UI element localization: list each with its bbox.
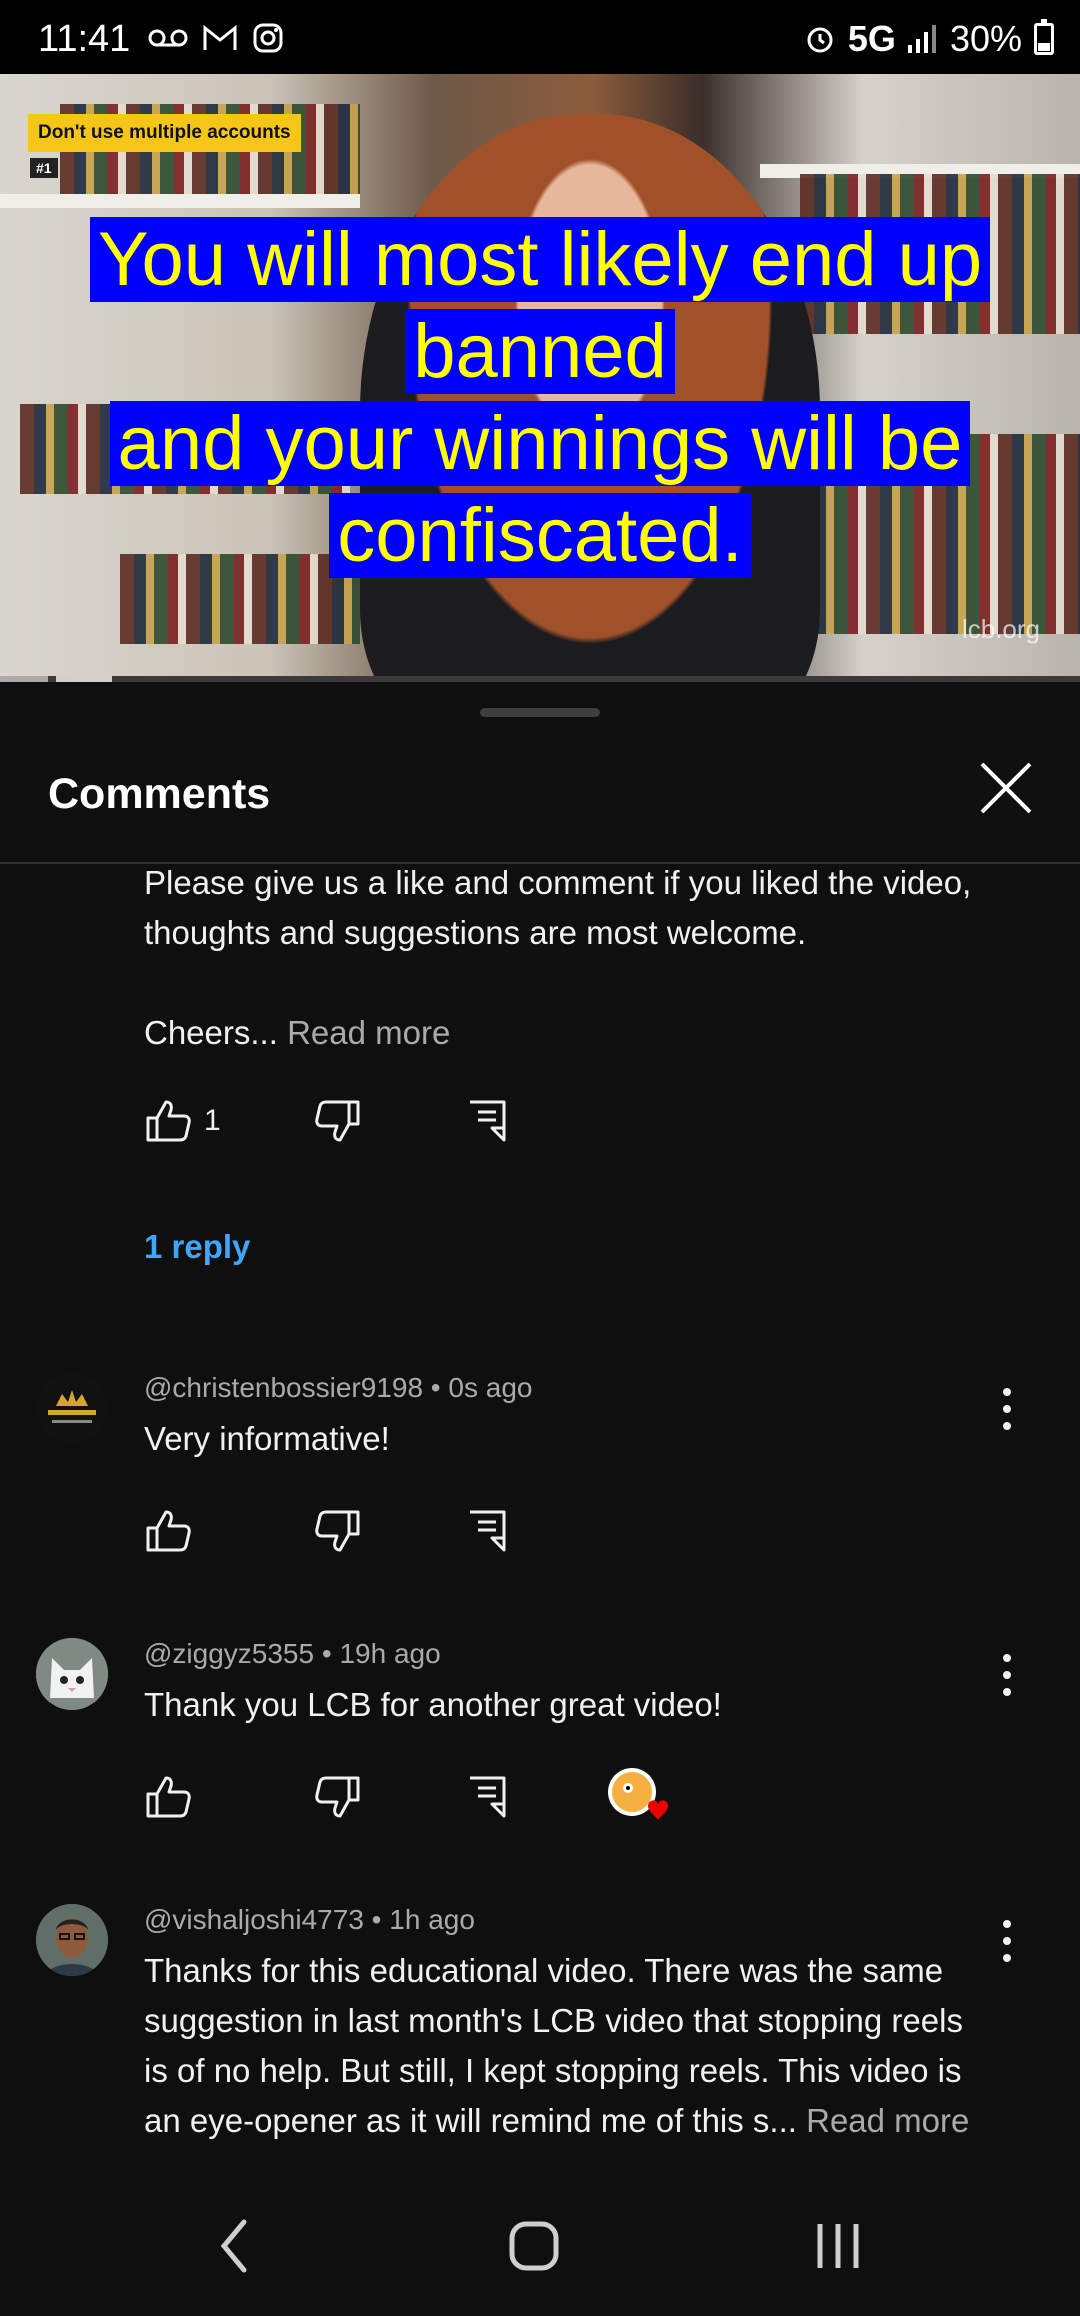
alarm-icon — [807, 27, 833, 53]
gmail-icon — [203, 24, 237, 50]
voicemail-icon — [148, 29, 188, 47]
comment-line: Thanks for this educational video. There… — [144, 1952, 944, 1989]
thumbs-up-icon[interactable] — [144, 1772, 194, 1822]
notification-icons — [148, 22, 284, 54]
video-player[interactable]: Don't use multiple accounts #1 You will … — [0, 74, 1080, 682]
reply-icon[interactable] — [464, 1096, 514, 1146]
instagram-icon — [253, 23, 283, 53]
thumbs-up-icon[interactable] — [144, 1506, 194, 1556]
caption-line: You will most likely end up — [89, 217, 991, 302]
replies-link[interactable]: 1 reply — [144, 1228, 250, 1266]
kebab-icon[interactable] — [992, 1650, 1022, 1700]
signal-icon — [907, 25, 936, 53]
comment-text: Thanks for this educational video. There… — [144, 1946, 969, 2146]
network-type: 5G — [847, 18, 896, 59]
comments-title: Comments — [48, 770, 271, 818]
comment-time: 0s ago — [448, 1372, 533, 1403]
read-more-link[interactable]: Read more — [287, 1014, 450, 1051]
caption-line: banned — [405, 309, 675, 394]
comment-text: Very informative! — [144, 1420, 390, 1457]
reply-icon[interactable] — [464, 1506, 514, 1556]
kebab-icon[interactable] — [992, 1384, 1022, 1434]
avatar[interactable] — [36, 1372, 108, 1444]
caption-line: confiscated. — [329, 493, 751, 578]
comment-time: 1h ago — [389, 1904, 475, 1935]
system-navigation-bar — [0, 2186, 1080, 2316]
video-watermark: lcb.org — [961, 614, 1040, 644]
comment-line: thoughts and suggestions are most welcom… — [144, 914, 807, 951]
battery-icon — [1034, 19, 1054, 55]
home-icon[interactable] — [508, 2220, 560, 2272]
comment-line: Cheers... Read more — [144, 1014, 451, 1051]
comments-sheet: Comments Please give us a like and comme… — [0, 682, 1080, 2316]
comment-line: an eye-opener as it will remind me of th… — [144, 2102, 970, 2139]
like-count: 1 — [204, 1104, 221, 1137]
comment-text: Thank you LCB for another great video! — [144, 1686, 722, 1723]
comment-line: is of no help. But still, I kept stoppin… — [144, 2052, 962, 2089]
comment-line: suggestion in last month's LCB video tha… — [144, 2002, 963, 2039]
thumbs-up-icon[interactable] — [144, 1096, 194, 1146]
comment-author[interactable]: @vishaljoshi4773 — [144, 1904, 364, 1935]
back-icon[interactable] — [216, 2216, 250, 2276]
kebab-icon[interactable] — [992, 1916, 1022, 1966]
comment-author[interactable]: @christenbossier9198 — [144, 1372, 423, 1403]
thumbs-down-icon[interactable] — [312, 1506, 362, 1556]
comment-meta: @vishaljoshi4773 • 1h ago — [144, 1904, 475, 1935]
comment-time: 19h ago — [339, 1638, 441, 1669]
thumbs-down-icon[interactable] — [312, 1096, 362, 1146]
comment-line: Please give us a like and comment if you… — [144, 864, 972, 901]
bookshelf — [0, 194, 360, 208]
video-topic-tag: Don't use multiple accounts — [28, 114, 301, 152]
creator-heart-icon — [608, 1768, 668, 1820]
recents-icon[interactable] — [814, 2220, 862, 2272]
avatar[interactable] — [36, 1638, 108, 1710]
reply-icon[interactable] — [464, 1772, 514, 1822]
status-right: 5G 30% — [804, 18, 1054, 60]
comment-meta: @christenbossier9198 • 0s ago — [144, 1372, 533, 1403]
drag-handle[interactable] — [480, 708, 600, 717]
cat-avatar-icon — [36, 1638, 108, 1710]
close-icon[interactable] — [978, 760, 1034, 816]
thumbs-down-icon[interactable] — [312, 1772, 362, 1822]
read-more-link[interactable]: Read more — [806, 2102, 969, 2139]
avatar[interactable] — [36, 1904, 108, 1976]
caption-line: and your winnings will be — [109, 401, 971, 486]
status-bar: 11:41 5G 30% — [0, 0, 1080, 74]
battery-percent: 30% — [949, 18, 1022, 59]
person-avatar-icon — [36, 1904, 108, 1976]
video-caption: You will most likely end up banned and y… — [0, 214, 1080, 582]
crown-logo-icon — [36, 1372, 108, 1444]
video-topic-number: #1 — [30, 158, 58, 178]
comment-meta: @ziggyz5355 • 19h ago — [144, 1638, 441, 1669]
comment-author[interactable]: @ziggyz5355 — [144, 1638, 314, 1669]
comment-text: Please give us a like and comment if you… — [144, 858, 971, 1058]
status-time: 11:41 — [38, 18, 131, 60]
